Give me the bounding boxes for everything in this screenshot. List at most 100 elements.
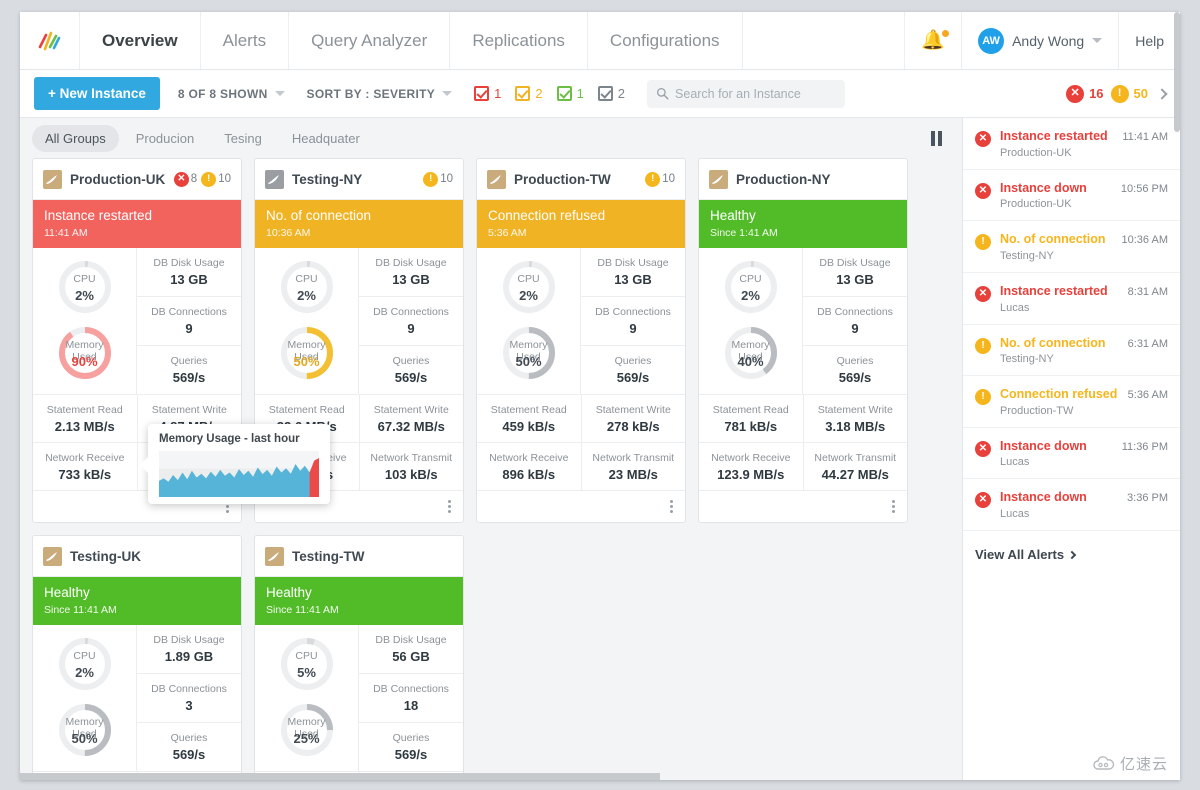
- card-badge-critical: ✕ 8: [173, 171, 197, 187]
- cpu-gauge-value: 2%: [741, 288, 760, 304]
- card-more-menu-icon[interactable]: [892, 500, 895, 514]
- nav-tab-query-analyzer[interactable]: Query Analyzer: [289, 12, 451, 69]
- app-logo[interactable]: [20, 12, 80, 69]
- stat-value: 3.18 MB/s: [825, 419, 886, 435]
- group-tab-label: Producion: [135, 130, 195, 146]
- user-menu[interactable]: AW Andy Wong: [961, 12, 1118, 69]
- alert-text: Connection refused Production-TW: [1000, 387, 1119, 417]
- checkbox-icon: [556, 86, 572, 101]
- alert-item[interactable]: ! Connection refused Production-TW 5:36 …: [963, 376, 1180, 428]
- stat-value: 103 kB/s: [384, 467, 438, 483]
- stat-cell: Statement Write 3.18 MB/s: [804, 395, 908, 442]
- search-input[interactable]: [647, 79, 846, 108]
- summary-badge-critical-x-icon[interactable]: ✕ 16: [1066, 84, 1104, 103]
- alert-time: 10:56 PM: [1120, 182, 1168, 195]
- severity-filter-3[interactable]: 2: [597, 86, 625, 101]
- instance-thumbnail-icon: [265, 169, 284, 189]
- group-tab-label: Headquater: [291, 130, 360, 146]
- card-status-banner[interactable]: Healthy Since 11:41 AM: [255, 577, 463, 626]
- stat-cell: Statement Write 67.32 MB/s: [360, 395, 464, 442]
- group-tab-all-groups[interactable]: All Groups: [32, 124, 119, 152]
- alerts-panel: ✕ Instance restarted Production-UK 11:41…: [962, 12, 1180, 780]
- alert-item[interactable]: ! No. of connection Testing-NY 6:31 AM: [963, 325, 1180, 377]
- nav-tab-alerts[interactable]: Alerts: [201, 12, 290, 69]
- memory-gauge-value: 50%: [293, 354, 320, 370]
- card-status-banner[interactable]: Healthy Since 1:41 AM: [699, 200, 907, 249]
- stat-value: 569/s: [616, 370, 650, 386]
- nav-tab-overview[interactable]: Overview: [80, 12, 201, 69]
- instance-card[interactable]: Testing-UK Healthy Since 11:41 AM CPU 2%…: [32, 535, 242, 780]
- stat-value: 67.32 MB/s: [377, 419, 445, 435]
- new-instance-button[interactable]: + New Instance: [34, 77, 160, 110]
- stat-label: DB Disk Usage: [375, 257, 447, 270]
- severity-filter-2[interactable]: 1: [556, 86, 584, 101]
- sort-by-dropdown[interactable]: SORT BY : SEVERITY: [307, 87, 453, 101]
- alert-item[interactable]: ✕ Instance down Lucas 11:36 PM: [963, 428, 1180, 480]
- status-title: Healthy: [44, 585, 90, 601]
- stat-value: 44.27 MB/s: [821, 467, 889, 483]
- memory-gauge[interactable]: Memory Used 50%: [278, 324, 336, 382]
- pause-refresh-button[interactable]: [931, 130, 942, 146]
- memory-gauge[interactable]: Memory Used 40%: [722, 324, 780, 382]
- alert-item[interactable]: ! No. of connection Testing-NY 10:36 AM: [963, 221, 1180, 273]
- critical-x-icon: ✕: [1066, 84, 1085, 103]
- instance-card[interactable]: Testing-TW Healthy Since 11:41 AM CPU 5%…: [254, 535, 464, 780]
- severity-filter-1[interactable]: 2: [515, 86, 543, 101]
- help-link[interactable]: Help: [1118, 12, 1180, 69]
- stat-label: Statement Read: [490, 404, 567, 417]
- card-more-menu-icon[interactable]: [448, 500, 451, 514]
- alert-item[interactable]: ✕ Instance restarted Lucas 8:31 AM: [963, 273, 1180, 325]
- memory-gauge[interactable]: Memory Used 50%: [56, 701, 114, 759]
- watermark-text: 亿速云: [1119, 756, 1168, 773]
- summary-badge-warning-exclaim-icon[interactable]: ! 50: [1110, 84, 1148, 103]
- cpu-donut-chart: [280, 638, 333, 691]
- view-all-alerts-link[interactable]: View All Alerts: [963, 531, 1180, 578]
- warning-exclaim-icon: !: [201, 171, 217, 187]
- checkbox-icon: [474, 86, 490, 101]
- summary-expand-icon[interactable]: [1156, 87, 1168, 100]
- alert-time: 11:41 AM: [1122, 131, 1168, 143]
- chevron-down-icon: [274, 91, 285, 96]
- stat-label: DB Disk Usage: [597, 257, 669, 270]
- alerts-scrollbar[interactable]: [1174, 12, 1180, 132]
- cpu-donut-chart: [724, 261, 777, 314]
- instance-card[interactable]: Production-NY Healthy Since 1:41 AM CPU …: [698, 158, 908, 524]
- group-tab-headquater[interactable]: Headquater: [279, 125, 373, 152]
- stat-cell: DB Disk Usage 13 GB: [803, 248, 907, 298]
- instance-card[interactable]: Production-TW ! 10 Connection refused 5:…: [476, 158, 686, 524]
- severity-filter-0[interactable]: 1: [474, 86, 501, 101]
- horizontal-scrollbar[interactable]: [20, 773, 660, 780]
- nav-tab-configurations[interactable]: Configurations: [588, 12, 743, 69]
- alert-title: Connection refused: [1000, 387, 1118, 402]
- card-more-menu-icon[interactable]: [670, 500, 673, 514]
- alert-item[interactable]: ✕ Instance down Lucas 3:36 PM: [963, 479, 1180, 531]
- card-status-banner[interactable]: Connection refused 5:36 AM: [477, 200, 685, 249]
- card-status-banner[interactable]: No. of connection 10:36 AM: [255, 200, 463, 249]
- card-status-banner[interactable]: Instance restarted 11:41 AM: [33, 200, 241, 249]
- card-status-banner[interactable]: Healthy Since 11:41 AM: [33, 577, 241, 626]
- nav-tab-replications[interactable]: Replications: [450, 12, 588, 69]
- memory-gauge[interactable]: Memory Used 90%: [56, 324, 114, 382]
- memory-gauge[interactable]: Memory Used 25%: [278, 701, 336, 759]
- checkbox-icon: [597, 86, 613, 101]
- critical-x-icon: ✕: [975, 285, 991, 302]
- stats-column: DB Disk Usage 56 GB DB Connections 18 Qu…: [359, 625, 463, 771]
- severity-summary: ✕ 16 ! 50: [1066, 84, 1152, 103]
- stat-cell: DB Connections 3: [137, 674, 241, 724]
- stat-label: Queries: [170, 355, 208, 368]
- card-metrics-top: CPU 2% Memory Used 50% DB Disk Usage 1.8…: [33, 625, 241, 773]
- alert-item[interactable]: ✕ Instance restarted Production-UK 11:41…: [963, 118, 1180, 170]
- memory-gauge[interactable]: Memory Used 50%: [500, 324, 558, 382]
- stat-label: Statement Read: [268, 404, 345, 417]
- stat-label: DB Connections: [151, 683, 227, 696]
- alert-time: 5:36 AM: [1127, 389, 1168, 402]
- summary-badge-count: 16: [1089, 86, 1104, 101]
- cpu-donut-chart: [502, 261, 555, 314]
- group-tab-producion[interactable]: Producion: [123, 125, 208, 152]
- notifications-button[interactable]: 🔔: [904, 12, 961, 69]
- alert-item[interactable]: ✕ Instance down Production-UK 10:56 PM: [963, 170, 1180, 222]
- stat-value: 13 GB: [170, 272, 208, 288]
- alert-text: Instance restarted Production-UK: [1000, 129, 1113, 159]
- shown-count-dropdown[interactable]: 8 OF 8 SHOWN: [178, 87, 285, 101]
- group-tab-tesing[interactable]: Tesing: [211, 125, 275, 152]
